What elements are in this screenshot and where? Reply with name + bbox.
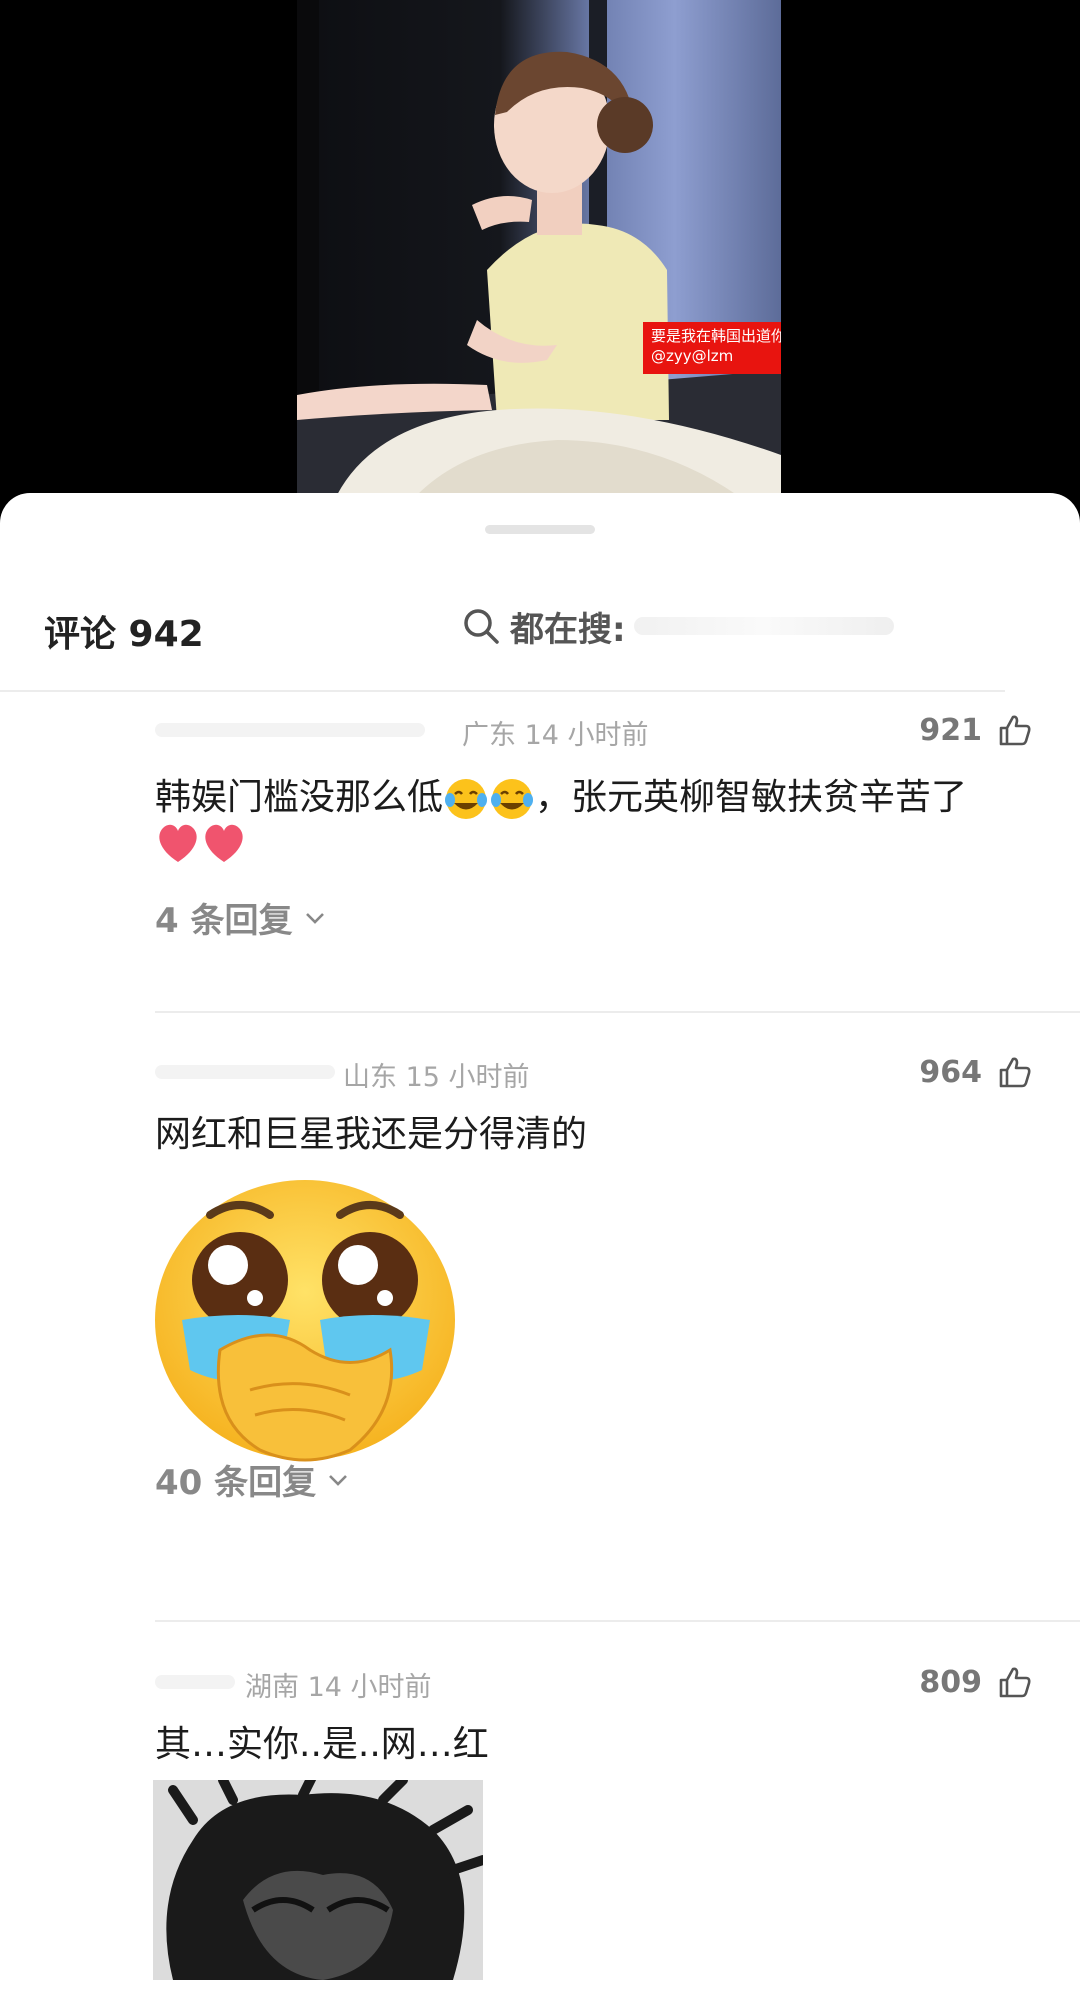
chevron-down-icon [329, 1474, 348, 1486]
video-frame[interactable]: 要是我在韩国出道你不炸了 @zyy@lzm [297, 0, 781, 495]
video-scene-image [297, 0, 781, 495]
red-heart-emoji [205, 824, 243, 862]
drag-handle[interactable] [485, 525, 595, 534]
tears-of-joy-emoji [445, 779, 488, 819]
username-redacted [155, 723, 425, 737]
crying-pleading-emoji [155, 1180, 455, 1462]
search-suggestion[interactable]: 都在搜: [462, 601, 894, 651]
search-label: 都在搜: [510, 609, 626, 650]
comments-title: 评论 942 [44, 614, 204, 655]
replies-count: 4 条回复 [155, 901, 293, 941]
comment-text-part-2: ，张元英柳智敏扶贫辛苦了 [535, 777, 968, 818]
comment-location-time: 湖南 14 小时前 [245, 1672, 432, 1703]
comment-divider [155, 1011, 1080, 1013]
comment-item[interactable]: 湖南 14 小时前 809 其…实你..是..网…红 [0, 1665, 1080, 1992]
comment-location-time: 广东 14 小时前 [462, 720, 649, 751]
username-redacted [155, 1065, 335, 1079]
search-icon [464, 609, 499, 644]
search-term-redacted [633, 617, 894, 635]
replies-count: 40 条回复 [155, 1463, 317, 1503]
video-area[interactable]: 要是我在韩国出道你不炸了 @zyy@lzm [0, 0, 1080, 495]
caption-line-1: 要是我在韩国出道你不炸了 [651, 327, 781, 345]
comment-divider [155, 1620, 1080, 1622]
comment-text: 其…实你..是..网…红 [155, 1724, 489, 1765]
comment-image-sticker [153, 1780, 483, 1980]
comment-location-time: 山东 15 小时前 [343, 1062, 530, 1093]
username-redacted [155, 1675, 235, 1689]
comment-text: 网红和巨星我还是分得清的 [155, 1114, 588, 1155]
caption-line-2: @zyy@lzm [651, 347, 734, 365]
like-count: 964 [919, 1055, 982, 1090]
comments-header: 评论 942 都在搜: [0, 593, 1080, 663]
comment-item[interactable]: 山东 15 小时前 964 网红和巨星我还是分得清的 40 条回复 [0, 1055, 1080, 1503]
chevron-down-icon [305, 912, 324, 924]
view-replies-button[interactable]: 40 条回复 [155, 1455, 350, 1504]
video-caption: 要是我在韩国出道你不炸了 @zyy@lzm [643, 322, 781, 374]
view-replies-button[interactable]: 4 条回复 [155, 893, 327, 942]
tears-of-joy-emoji [491, 779, 534, 819]
comment-text: 韩娱门槛没那么低 ，张元英柳智敏扶贫辛苦了 [155, 768, 967, 822]
red-heart-emoji [159, 824, 197, 862]
comments-sheet: 评论 942 都在搜: 广东 14 小时前 921 韩娱门槛没那么低 ，张元英柳智… [0, 493, 1080, 1992]
heart-emojis [155, 821, 247, 869]
thumbs-up-icon[interactable] [998, 713, 1032, 747]
thumbs-up-icon[interactable] [998, 1665, 1032, 1699]
like-count: 921 [919, 713, 982, 748]
header-divider [0, 690, 1005, 692]
like-count: 809 [919, 1665, 982, 1700]
thumbs-up-icon[interactable] [998, 1055, 1032, 1089]
comment-text-part-1: 韩娱门槛没那么低 [155, 777, 444, 818]
comment-item[interactable]: 广东 14 小时前 921 韩娱门槛没那么低 ，张元英柳智敏扶贫辛苦了 4 条回复 [0, 713, 1080, 1003]
